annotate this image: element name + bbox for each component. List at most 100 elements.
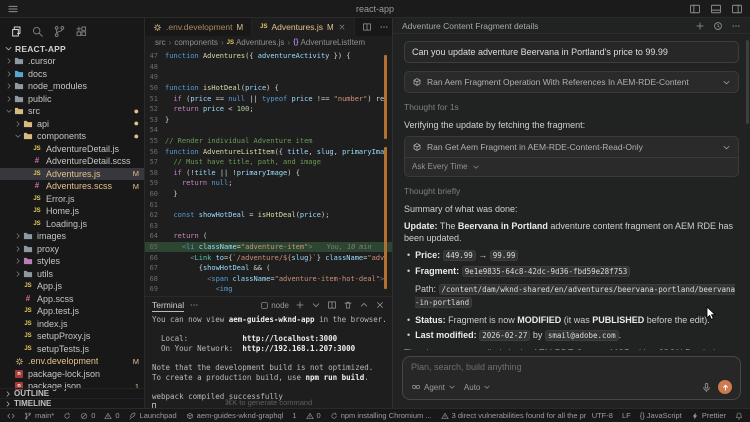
new-terminal-button[interactable] bbox=[295, 300, 305, 310]
close-panel-button[interactable] bbox=[375, 300, 385, 310]
breadcrumb-item-src[interactable]: src bbox=[155, 38, 166, 47]
tree-item-package-lock.json[interactable]: npackage-lock.json bbox=[0, 368, 144, 381]
tree-item-public[interactable]: public bbox=[0, 93, 144, 106]
install-item[interactable]: npm installing Chromium ... bbox=[330, 411, 432, 420]
section-outline[interactable]: OUTLINE bbox=[0, 388, 144, 398]
menu-icon[interactable] bbox=[7, 3, 19, 15]
code-text[interactable]: } bbox=[165, 190, 392, 198]
editor-more-icon[interactable] bbox=[379, 22, 389, 32]
toggle-panel-icon[interactable] bbox=[710, 3, 722, 15]
tree-item-docs[interactable]: docs bbox=[0, 68, 144, 81]
agent-mode-selector[interactable]: Agent bbox=[411, 382, 456, 392]
activity-extensions[interactable] bbox=[70, 21, 92, 41]
tree-item-AdventureDetail.js[interactable]: JSAdventureDetail.js bbox=[0, 143, 144, 156]
tree-item-images[interactable]: images bbox=[0, 230, 144, 243]
code-text[interactable]: // Must have title, path, and image bbox=[165, 158, 392, 166]
tab-.env.development[interactable]: .env.developmentM bbox=[145, 18, 252, 36]
code-text[interactable]: } bbox=[165, 116, 392, 124]
project-errors-item[interactable]: 1 bbox=[292, 411, 296, 420]
code-text[interactable]: {showHotDeal && ( bbox=[165, 264, 392, 272]
chat-messages[interactable]: Can you update adventure Beervana in Por… bbox=[393, 34, 750, 350]
tree-item-Adventures.js[interactable]: JSAdventures.jsM bbox=[0, 168, 144, 181]
code-text[interactable]: const showHotDeal = isHotDeal(price); bbox=[165, 211, 392, 219]
split-terminal-button[interactable] bbox=[327, 300, 337, 310]
new-chat-icon[interactable] bbox=[695, 21, 705, 31]
tree-item-setupProxy.js[interactable]: JSsetupProxy.js bbox=[0, 330, 144, 343]
project-item[interactable]: aem-guides-wknd-graphql bbox=[186, 411, 284, 420]
section-timeline[interactable]: TIMELINE bbox=[0, 398, 144, 408]
tool-permission-selector[interactable]: Ask Every Time bbox=[405, 157, 738, 176]
close-tab-icon[interactable] bbox=[338, 23, 346, 31]
chat-scrollbar[interactable] bbox=[746, 40, 749, 124]
shell-selector[interactable]: node bbox=[260, 301, 289, 310]
more-icon[interactable] bbox=[189, 300, 199, 310]
code-text[interactable]: <li className="adventure-item">You, 10 m… bbox=[165, 243, 392, 251]
remote-indicator[interactable] bbox=[7, 412, 15, 420]
tree-item-src[interactable]: src● bbox=[0, 105, 144, 118]
activity-source-control[interactable] bbox=[48, 21, 70, 41]
toggle-primary-sidebar-icon[interactable] bbox=[689, 3, 701, 15]
code-text[interactable]: if (!title || !primaryImage) { bbox=[165, 169, 392, 177]
breadcrumb-item-AdventureListItem[interactable]: {}AdventureListItem bbox=[293, 38, 365, 47]
code-text[interactable]: function AdventureListItem({ title, slug… bbox=[165, 148, 392, 156]
tree-item-styles[interactable]: styles bbox=[0, 255, 144, 268]
launchpad-item[interactable]: Launchpad bbox=[129, 411, 177, 420]
tree-item-index.js[interactable]: JSindex.js bbox=[0, 318, 144, 331]
tree-item-AdventureDetail.scss[interactable]: #AdventureDetail.scss bbox=[0, 155, 144, 168]
code-text[interactable]: <img bbox=[165, 285, 392, 293]
formatter-item[interactable]: Prettier bbox=[691, 411, 726, 420]
tree-item-proxy[interactable]: proxy bbox=[0, 243, 144, 256]
code-text[interactable]: return ( bbox=[165, 232, 392, 240]
explorer-header[interactable]: REACT-APP bbox=[0, 42, 144, 55]
warnings-item[interactable]: 0 bbox=[104, 411, 119, 420]
activity-search[interactable] bbox=[26, 21, 48, 41]
tree-item-App.js[interactable]: JSApp.js bbox=[0, 280, 144, 293]
chat-input-box[interactable]: Plan, search, build anything Agent Auto bbox=[402, 356, 741, 400]
code-text[interactable]: // Render individual Adventure item bbox=[165, 137, 392, 145]
eol-item[interactable]: LF bbox=[622, 411, 631, 420]
tree-item-Home.js[interactable]: JSHome.js bbox=[0, 205, 144, 218]
tree-item-utils[interactable]: utils bbox=[0, 268, 144, 281]
tree-item-Error.js[interactable]: JSError.js bbox=[0, 193, 144, 206]
tree-item-components[interactable]: components● bbox=[0, 130, 144, 143]
language-item[interactable]: {} JavaScript bbox=[640, 411, 682, 420]
split-editor-icon[interactable] bbox=[362, 22, 372, 32]
git-branch-item[interactable]: main* bbox=[24, 411, 54, 420]
activity-explorer[interactable] bbox=[4, 21, 26, 41]
notifications-item[interactable] bbox=[735, 412, 743, 420]
project-warnings-item[interactable]: 0 bbox=[306, 411, 321, 420]
thought-label[interactable]: Thought for 1s bbox=[404, 101, 739, 113]
code-text[interactable]: function isHotDeal(price) { bbox=[165, 84, 392, 92]
git-sync-item[interactable] bbox=[63, 412, 71, 420]
code-text[interactable]: <span className="adventure-item-hot-deal… bbox=[165, 275, 392, 283]
send-button[interactable] bbox=[718, 380, 732, 394]
code-text[interactable]: <Link to={`/adventure/${slug}`} classNam… bbox=[165, 254, 392, 262]
terminal-profiles-dropdown[interactable] bbox=[311, 300, 321, 310]
tree-item-node_modules[interactable]: node_modules bbox=[0, 80, 144, 93]
code-text[interactable]: if (price == null || typeof price !== "n… bbox=[165, 95, 392, 103]
model-selector[interactable]: Auto bbox=[464, 383, 491, 392]
tree-item-Loading.js[interactable]: JSLoading.js bbox=[0, 218, 144, 231]
tool-call[interactable]: Ran Get Aem Fragment in AEM-RDE-Content-… bbox=[404, 136, 739, 177]
tree-item-.env.development[interactable]: .env.developmentM bbox=[0, 355, 144, 368]
tree-item-api[interactable]: api● bbox=[0, 118, 144, 131]
expand-chevron-icon[interactable] bbox=[722, 143, 731, 152]
kill-terminal-button[interactable] bbox=[343, 300, 353, 310]
tool-call[interactable]: Ran Aem Fragment Operation With Referenc… bbox=[404, 71, 739, 93]
errors-item[interactable]: 0 bbox=[80, 411, 95, 420]
maximize-panel-button[interactable] bbox=[359, 300, 369, 310]
tree-item-App.scss[interactable]: #App.scss bbox=[0, 293, 144, 306]
code-text[interactable]: return null; bbox=[165, 179, 392, 187]
chat-history-icon[interactable] bbox=[713, 21, 723, 31]
code-text[interactable]: function Adventures({ adventureActivity … bbox=[165, 52, 392, 60]
code-editor[interactable]: 47function Adventures({ adventureActivit… bbox=[145, 49, 392, 296]
tree-item-.cursor[interactable]: .cursor bbox=[0, 55, 144, 68]
voice-input-icon[interactable] bbox=[701, 382, 712, 393]
chat-input[interactable]: Plan, search, build anything bbox=[411, 362, 732, 375]
expand-chevron-icon[interactable] bbox=[722, 78, 731, 87]
vulnerabilities-item[interactable]: 3 direct vulnerabilities found for all t… bbox=[441, 411, 586, 420]
tab-Adventures.js[interactable]: JSAdventures.jsM bbox=[252, 18, 355, 36]
tree-item-setupTests.js[interactable]: JSsetupTests.js bbox=[0, 343, 144, 356]
thought-label[interactable]: Thought briefly bbox=[404, 185, 739, 197]
encoding-item[interactable]: UTF-8 bbox=[592, 411, 613, 420]
